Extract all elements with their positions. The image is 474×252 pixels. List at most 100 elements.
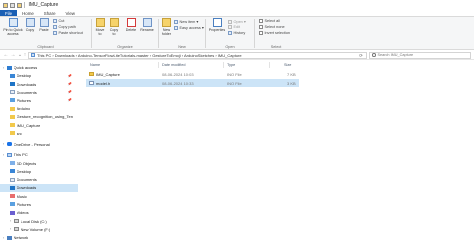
tab-home[interactable]: Home bbox=[17, 10, 39, 16]
nav-item-documents[interactable]: Documents bbox=[0, 176, 78, 184]
file-list: Name Date modified Type Size IMU_Capture… bbox=[80, 61, 474, 252]
nav-item-label: Documents bbox=[16, 89, 37, 95]
organize-group: Move to Copy to Delete Rename Organize bbox=[92, 17, 158, 50]
select-none-button[interactable]: Select none bbox=[259, 25, 285, 29]
select-none-icon bbox=[259, 25, 263, 29]
nav-item-imu-capture[interactable]: IMU_Capture bbox=[0, 122, 78, 130]
new-item-label: New item ▾ bbox=[179, 20, 199, 24]
copy-label: Copy bbox=[25, 28, 35, 32]
nav-item-label: Local Disk (C:) bbox=[20, 218, 47, 224]
delete-button[interactable]: Delete bbox=[124, 18, 138, 32]
select-all-button[interactable]: Select all bbox=[259, 19, 280, 23]
properties-icon bbox=[212, 18, 222, 27]
rename-button[interactable]: Rename bbox=[140, 18, 154, 32]
nav-item-downloads[interactable]: Downloads bbox=[0, 184, 78, 192]
file-name: model.h bbox=[96, 80, 111, 86]
nav-item-label: Pictures bbox=[16, 97, 31, 103]
column-divider[interactable] bbox=[223, 62, 224, 68]
nav-item-src[interactable]: src bbox=[0, 130, 78, 138]
nav-item-downloads[interactable]: Downloads 📌 bbox=[0, 81, 78, 89]
pc-icon bbox=[7, 152, 12, 157]
nav-item-pictures[interactable]: Pictures 📌 bbox=[0, 97, 78, 105]
move-to-button[interactable]: Move to bbox=[94, 18, 106, 36]
pin-icon: 📌 bbox=[67, 82, 72, 87]
folder-icon bbox=[10, 106, 15, 111]
column-date-modified[interactable]: Date modified bbox=[162, 63, 185, 67]
nav-item-local-disk-c[interactable]: › Local Disk (C:) bbox=[0, 218, 78, 226]
nav-item-quick-access[interactable]: › Quick access bbox=[0, 64, 78, 72]
ribbon-tabs: File Home Share View bbox=[0, 10, 474, 17]
file-row[interactable]: model.h 08-06-2024 10:33 INO File 3 KB bbox=[86, 78, 299, 87]
paste-shortcut-button[interactable]: Paste shortcut bbox=[53, 31, 83, 35]
nav-item-onedrive-personal[interactable]: › OneDrive - Personal bbox=[0, 141, 78, 149]
select-all-label: Select all bbox=[264, 19, 280, 23]
pin-icon bbox=[8, 18, 18, 27]
forward-button[interactable]: → bbox=[10, 52, 16, 58]
chevron-right-icon[interactable]: › bbox=[3, 66, 6, 70]
copy-path-button[interactable]: Copy path bbox=[53, 25, 76, 29]
nav-item-arduino[interactable]: Arduino bbox=[0, 105, 78, 113]
document-icon bbox=[10, 177, 15, 182]
file-size: 7 KB bbox=[287, 72, 296, 77]
copy-to-button[interactable]: Copy to bbox=[108, 18, 120, 36]
search-icon bbox=[372, 53, 376, 57]
chevron-right-icon[interactable]: › bbox=[3, 142, 6, 146]
rename-icon bbox=[142, 18, 152, 27]
properties-button[interactable]: Properties bbox=[207, 18, 227, 32]
pin-to-quick-access-button[interactable]: Pin to Quick access bbox=[2, 18, 24, 36]
column-divider[interactable] bbox=[158, 62, 159, 68]
back-button[interactable]: ← bbox=[3, 52, 9, 58]
new-item-button[interactable]: New item ▾ bbox=[174, 19, 198, 24]
nav-item-music[interactable]: Music bbox=[0, 193, 78, 201]
chevron-right-icon[interactable]: › bbox=[10, 227, 13, 231]
nav-item-desktop[interactable]: Desktop bbox=[0, 168, 78, 176]
address-bar-row: ← → ⌄ ↑ This PC › Downloads › Arduino-Te… bbox=[0, 50, 474, 60]
column-type[interactable]: Type bbox=[227, 63, 235, 67]
nav-item-gesture-recognition-using-ten[interactable]: Gesture_recognition_using_Ten bbox=[0, 113, 78, 121]
new-folder-button[interactable]: New folder bbox=[160, 18, 173, 36]
tab-view[interactable]: View bbox=[61, 10, 80, 16]
nav-item-this-pc[interactable]: › This PC bbox=[0, 151, 78, 159]
quick-access-toolbar bbox=[3, 2, 25, 8]
nav-item-videos[interactable]: Videos bbox=[0, 209, 78, 217]
tab-share[interactable]: Share bbox=[39, 10, 61, 16]
copy-path-icon bbox=[53, 25, 57, 29]
column-size[interactable]: Size bbox=[284, 63, 291, 67]
new-folder-icon[interactable] bbox=[17, 2, 22, 8]
history-button[interactable]: History bbox=[228, 31, 245, 35]
easy-access-button[interactable]: Easy access ▾ bbox=[174, 25, 204, 30]
nav-item-documents[interactable]: Documents 📌 bbox=[0, 89, 78, 97]
chevron-right-icon[interactable]: › bbox=[10, 219, 13, 223]
navigation-pane: › Quick access Desktop 📌 Downloads 📌 Documents… bbox=[0, 61, 78, 252]
file-row[interactable]: IMU_Capture 08-06-2024 10:03 INO File 7 … bbox=[86, 70, 299, 78]
cut-button[interactable]: Cut bbox=[53, 19, 64, 23]
nav-item-desktop[interactable]: Desktop 📌 bbox=[0, 72, 78, 80]
status-bar bbox=[0, 246, 474, 252]
refresh-button[interactable]: ⟳ bbox=[357, 53, 365, 58]
edit-button[interactable]: Edit bbox=[228, 25, 240, 29]
nav-item-network[interactable]: › Network bbox=[0, 234, 78, 242]
chevron-right-icon[interactable]: › bbox=[3, 236, 6, 240]
properties-icon[interactable] bbox=[10, 2, 15, 8]
chevron-right-icon[interactable]: › bbox=[3, 153, 6, 157]
window-title: IMU_Capture bbox=[28, 2, 59, 8]
copy-button[interactable]: Copy bbox=[24, 18, 36, 32]
invert-selection-button[interactable]: Invert selection bbox=[259, 31, 290, 35]
nav-item-new-volume-f[interactable]: › New Volume (F:) bbox=[0, 226, 78, 234]
search-input[interactable]: Search IMU_Capture bbox=[369, 51, 471, 59]
column-divider[interactable] bbox=[269, 62, 270, 68]
nav-item-3d-objects[interactable]: 3D Objects bbox=[0, 160, 78, 168]
address-input[interactable]: This PC › Downloads › Arduino-TensorFlow… bbox=[28, 51, 367, 59]
paste-button[interactable]: Paste bbox=[38, 18, 50, 32]
column-name[interactable]: Name bbox=[90, 63, 100, 67]
new-folder-icon bbox=[162, 18, 171, 27]
new-folder-label: New folder bbox=[162, 28, 171, 37]
tab-file[interactable]: File bbox=[0, 10, 18, 16]
cloud-icon bbox=[7, 142, 12, 147]
column-header-row: Name Date modified Type Size bbox=[80, 61, 474, 69]
nav-item-label: Arduino bbox=[16, 106, 31, 112]
open-button[interactable]: Open ▾ bbox=[228, 19, 246, 24]
nav-item-pictures[interactable]: Pictures bbox=[0, 201, 78, 209]
desktop-icon bbox=[10, 73, 15, 78]
move-to-icon bbox=[95, 18, 105, 27]
